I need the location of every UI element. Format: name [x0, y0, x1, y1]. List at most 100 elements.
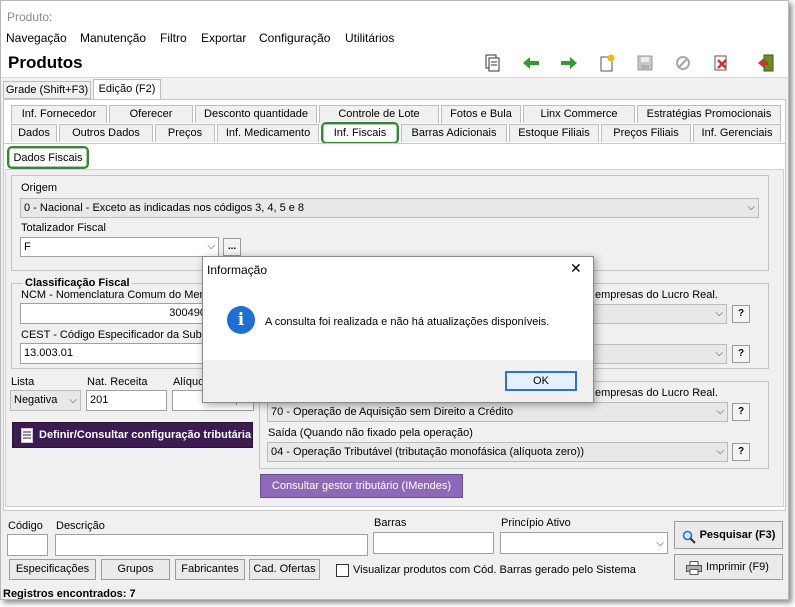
- visualizar-checkbox[interactable]: [336, 564, 349, 577]
- menu-bar: Navegação Manutenção Filtro Exportar Con…: [1, 28, 788, 48]
- menu-navegacao[interactable]: Navegação: [6, 31, 67, 45]
- totalizador-label: Totalizador Fiscal: [21, 222, 106, 234]
- totalizador-value: F: [24, 241, 31, 253]
- tab-inf-fornecedor[interactable]: Inf. Fornecedor: [11, 105, 107, 123]
- consultar-gestor-button[interactable]: Consultar gestor tributário (IMendes): [260, 474, 463, 498]
- principio-ativo-label: Princípio Ativo: [501, 517, 571, 529]
- visualizar-checkbox-label: Visualizar produtos com Cód. Barras gera…: [353, 564, 636, 576]
- tab-desconto-quantidade[interactable]: Desconto quantidade: [195, 105, 317, 123]
- lista-label: Lista: [11, 376, 35, 388]
- back-arrow-icon[interactable]: [520, 53, 542, 73]
- grupos-button[interactable]: Grupos: [101, 559, 170, 580]
- forward-arrow-icon[interactable]: [558, 53, 580, 73]
- descricao-label: Descrição: [56, 520, 105, 532]
- origem-label: Origem: [21, 182, 58, 194]
- help-button-4[interactable]: ?: [732, 443, 750, 461]
- origem-value: 0 - Nacional - Exceto as indicadas nos c…: [24, 202, 305, 214]
- chevron-down-icon: ⌵: [656, 538, 664, 549]
- saida-label: Saída (Quando não fixado pela operação): [268, 427, 473, 439]
- help-button-3[interactable]: ?: [732, 403, 750, 421]
- lucro-real-select-2[interactable]: ⌵: [581, 344, 727, 364]
- definir-consultar-button[interactable]: Definir/Consultar configuração tributári…: [12, 422, 253, 448]
- descricao-input[interactable]: [55, 534, 368, 556]
- saida-select[interactable]: 04 - Operação Tributável (tributação mon…: [267, 442, 728, 462]
- origem-select[interactable]: 0 - Nacional - Exceto as indicadas nos c…: [20, 198, 759, 218]
- tab-estrategias-promocionais[interactable]: Estratégias Promocionais: [637, 105, 781, 123]
- menu-configuracao[interactable]: Configuração: [259, 31, 330, 45]
- title-bar: Produto:: [1, 1, 788, 28]
- help-button-2[interactable]: ?: [732, 345, 750, 363]
- tab-precos[interactable]: Preços: [155, 124, 215, 142]
- pesquisar-label: Pesquisar (F3): [699, 529, 776, 541]
- chevron-down-icon: ⌵: [747, 202, 755, 213]
- pesquisar-button[interactable]: Pesquisar (F3): [674, 521, 783, 549]
- tab-inf-fiscais[interactable]: Inf. Fiscais: [321, 122, 399, 144]
- nat-receita-input[interactable]: 201: [86, 390, 167, 411]
- especificacoes-button[interactable]: Especificações: [9, 559, 96, 580]
- codigo-label: Código: [8, 520, 43, 532]
- cancel-icon[interactable]: [672, 53, 694, 73]
- tab-barras-adicionais[interactable]: Barras Adicionais: [401, 124, 507, 142]
- chevron-down-icon: ⌵: [716, 446, 724, 457]
- tab-oferecer[interactable]: Oferecer: [109, 105, 193, 123]
- tab-estoque-filiais[interactable]: Estoque Filiais: [509, 124, 599, 142]
- status-bar: Registros encontrados: 7: [3, 588, 136, 600]
- imprimir-button[interactable]: Imprimir (F9): [674, 554, 783, 580]
- ncm-input[interactable]: 300490: [20, 303, 210, 324]
- tab-fotos-e-bula[interactable]: Fotos e Bula: [441, 105, 521, 123]
- tab-outros-dados[interactable]: Outros Dados: [59, 124, 153, 142]
- save-icon[interactable]: [634, 53, 656, 73]
- close-icon[interactable]: ✕: [570, 260, 582, 277]
- chevron-down-icon: ⌵: [207, 241, 215, 252]
- chevron-down-icon: ⌵: [69, 395, 77, 406]
- barras-label: Barras: [374, 517, 407, 529]
- tab-edicao[interactable]: Edição (F2): [93, 79, 161, 99]
- tab-precos-filiais[interactable]: Preços Filiais: [601, 124, 691, 142]
- codigo-input[interactable]: [7, 534, 48, 556]
- product-window: Produto: Navegação Manutenção Filtro Exp…: [0, 0, 789, 600]
- info-icon: i: [227, 306, 255, 334]
- toolbar: Produtos: [1, 48, 788, 78]
- cad-ofertas-button[interactable]: Cad. Ofertas: [249, 559, 320, 580]
- totalizador-select[interactable]: F ⌵: [20, 237, 219, 257]
- dialog-title: Informação: [207, 263, 268, 277]
- info-dialog: Informação ✕ i A consulta foi realizada …: [202, 256, 594, 403]
- barras-input[interactable]: [373, 532, 494, 554]
- tab-controle-de-lote[interactable]: Controle de Lote: [319, 105, 439, 123]
- lista-select[interactable]: Negativa ⌵: [10, 390, 81, 411]
- entrada-value: 70 - Operação de Aquisição sem Direito a…: [271, 406, 514, 418]
- totalizador-ellipsis-button[interactable]: ...: [223, 238, 241, 256]
- principio-ativo-select[interactable]: ⌵: [500, 532, 668, 554]
- help-button-1[interactable]: ?: [732, 305, 750, 323]
- fabricantes-button[interactable]: Fabricantes: [175, 559, 245, 580]
- ncm-label: NCM - Nomenclatura Comum do Merco: [21, 289, 215, 301]
- tab-inf-gerenciais[interactable]: Inf. Gerenciais: [693, 124, 781, 142]
- menu-filtro[interactable]: Filtro: [160, 31, 187, 45]
- menu-manutencao[interactable]: Manutenção: [80, 31, 146, 45]
- aliquota-label: Alíquo: [173, 376, 205, 388]
- exit-icon[interactable]: [755, 53, 777, 73]
- menu-utilitarios[interactable]: Utilitários: [345, 31, 394, 45]
- subtab-dados-fiscais[interactable]: Dados Fiscais: [7, 146, 89, 169]
- document-icon: [21, 428, 33, 452]
- lucro-real-label-2: empresas do Lucro Real.: [595, 387, 718, 399]
- lucro-real-select-1[interactable]: ⌵: [581, 304, 727, 324]
- definir-consultar-label: Definir/Consultar configuração tributári…: [39, 429, 252, 441]
- dialog-message: A consulta foi realizada e não há atuali…: [265, 316, 550, 328]
- cest-input[interactable]: 13.003.01: [20, 343, 210, 364]
- tab-inf-medicamento[interactable]: Inf. Medicamento: [217, 124, 319, 142]
- new-icon[interactable]: [596, 53, 618, 73]
- imprimir-label: Imprimir (F9): [706, 561, 769, 573]
- page-title: Produtos: [8, 53, 83, 72]
- search-icon: [682, 528, 696, 554]
- ok-button[interactable]: OK: [505, 371, 577, 391]
- menu-exportar[interactable]: Exportar: [201, 31, 246, 45]
- delete-icon[interactable]: [710, 53, 732, 73]
- chevron-down-icon: ⌵: [715, 348, 723, 359]
- documents-icon[interactable]: [482, 53, 504, 73]
- entrada-select[interactable]: 70 - Operação de Aquisição sem Direito a…: [267, 402, 728, 422]
- tab-dados[interactable]: Dados: [11, 124, 57, 142]
- tab-grade[interactable]: Grade (Shift+F3): [3, 81, 91, 99]
- lista-value: Negativa: [14, 394, 58, 406]
- tab-linx-commerce[interactable]: Linx Commerce: [523, 105, 635, 123]
